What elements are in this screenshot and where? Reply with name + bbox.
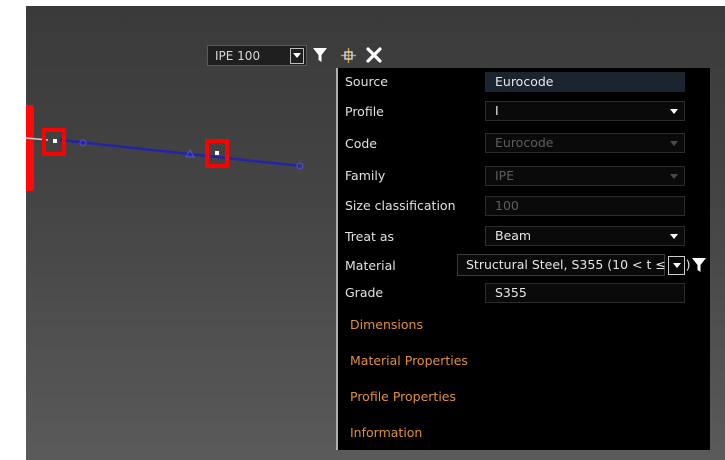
dimensions-section[interactable]: Dimensions [350,317,423,332]
filter-icon[interactable] [691,257,707,273]
family-label: Family [345,168,386,183]
start-node-marker [53,139,57,143]
code-dropdown: Eurocode [485,133,685,153]
chevron-down-icon [670,141,678,146]
code-value: Eurocode [495,135,554,150]
family-value: IPE [495,168,515,183]
material-select[interactable]: Structural Steel, S355 (10 < t ≤ 16) [457,254,691,276]
chevron-down-icon[interactable] [290,47,304,64]
grade-label: Grade [345,285,384,300]
material-value: Structural Steel, S355 (10 < t ≤ 16) [466,257,691,272]
profile-select-value: IPE 100 [215,48,261,63]
close-icon[interactable] [364,45,384,65]
source-value: Eurocode [495,74,554,89]
grade-field[interactable]: S355 [485,283,685,303]
profile-select[interactable]: IPE 100 [207,45,307,66]
filter-icon[interactable] [312,47,328,63]
size-classification-label: Size classification [345,198,456,213]
treat-as-value: Beam [495,228,532,243]
beam-line[interactable] [59,138,301,168]
family-dropdown: IPE [485,166,685,186]
profile-value: I [495,103,499,118]
size-classification-field: 100 [485,196,685,216]
profile-dropdown[interactable]: I [485,101,685,121]
source-label: Source [345,74,388,89]
information-section[interactable]: Information [350,425,422,440]
mid-node-marker [215,151,219,155]
chevron-down-icon [670,109,678,114]
chevron-down-icon [670,234,678,239]
snap-icon[interactable] [340,47,357,64]
size-classification-value: 100 [495,198,519,213]
profile-label: Profile [345,104,384,119]
material-label: Material [345,258,396,273]
treat-as-dropdown[interactable]: Beam [485,226,685,246]
grade-value: S355 [495,285,527,300]
code-label: Code [345,136,378,151]
chevron-down-icon[interactable] [668,256,685,275]
material-properties-section[interactable]: Material Properties [350,353,468,368]
profile-properties-section[interactable]: Profile Properties [350,389,456,404]
treat-as-label: Treat as [345,229,395,244]
source-field: Eurocode [485,72,685,92]
chevron-down-icon [670,174,678,179]
